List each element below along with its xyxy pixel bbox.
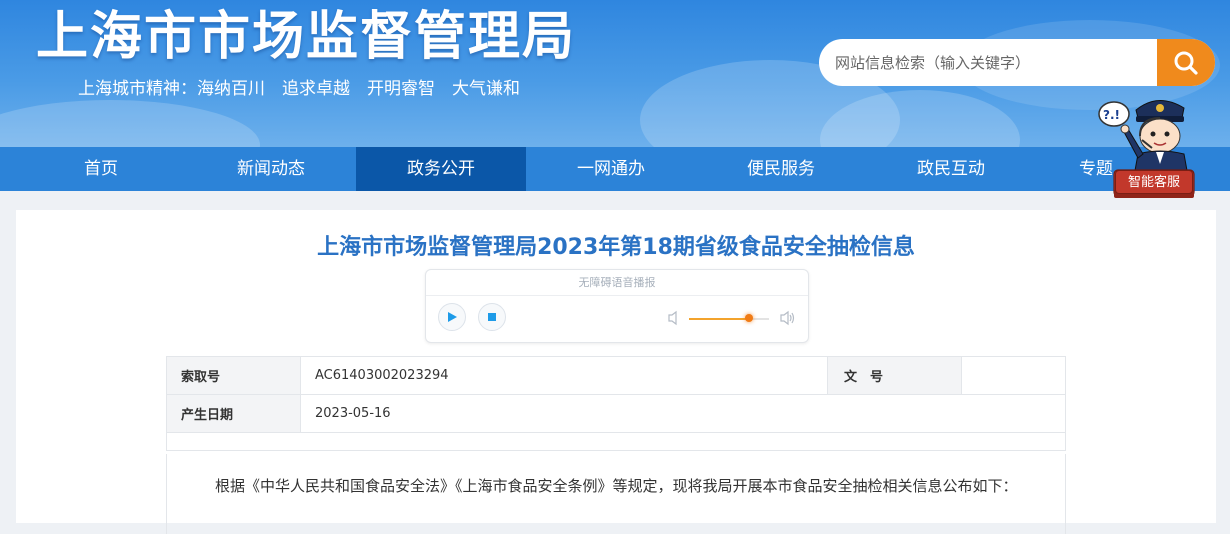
volume-slider[interactable] [689,314,769,322]
nav-item-home[interactable]: 首页 [16,147,186,191]
index-number-value: AC61403002023294 [300,356,828,395]
play-icon [448,312,457,322]
info-spacer-row [166,432,1066,451]
info-table: 索取号 AC61403002023294 文 号 产生日期 2023-05-16 [166,356,1066,451]
nav-item-news[interactable]: 新闻动态 [186,147,356,191]
audio-player: 无障碍语音播报 [425,269,809,343]
volume-up-icon[interactable] [779,310,797,326]
stop-button[interactable] [478,303,506,331]
stop-icon [488,313,496,321]
smart-service-button[interactable]: 智能客服 [1115,170,1193,194]
audio-player-label: 无障碍语音播报 [578,276,656,289]
header-cloud [0,100,260,147]
info-row: 产生日期 2023-05-16 [166,394,1066,433]
info-spacer-cell [166,432,1066,451]
search-input[interactable] [819,39,1149,86]
mascot-bubble-text: ?.! [1103,108,1120,122]
main-content: 上海市市场监督管理局2023年第18期省级食品安全抽检信息 无障碍语音播报 索取… [16,210,1216,534]
site-title[interactable]: 上海市市场监督管理局 [36,6,576,68]
main-nav: 首页 新闻动态 政务公开 一网通办 便民服务 政民互动 专题 [0,147,1230,191]
nav-item-government-affairs[interactable]: 政务公开 [356,147,526,191]
nav-item-one-stop-service[interactable]: 一网通办 [526,147,696,191]
info-row: 索取号 AC61403002023294 文 号 [166,356,1066,395]
nav-item-public-service[interactable]: 便民服务 [696,147,866,191]
document-number-value [961,356,1066,395]
article-title: 上海市市场监督管理局2023年第18期省级食品安全抽检信息 [317,235,915,260]
volume-slider-fill [689,318,749,320]
audio-player-divider [426,295,808,296]
nav-item-interaction[interactable]: 政民互动 [866,147,1036,191]
search-box [819,39,1215,86]
volume-mute-icon[interactable] [667,310,681,326]
date-value: 2023-05-16 [300,394,1066,433]
index-number-label: 索取号 [166,356,301,395]
play-button[interactable] [438,303,466,331]
article-body-paragraph: 根据《中华人民共和国食品安全法》《上海市食品安全条例》等规定，现将我局开展本市食… [166,454,1066,534]
search-button[interactable] [1157,39,1215,86]
site-header: 上海市市场监督管理局 上海城市精神：海纳百川 追求卓越 开明睿智 大气谦和 [0,0,1230,147]
volume-slider-handle[interactable] [745,314,753,322]
search-icon [1174,51,1198,75]
date-label: 产生日期 [166,394,301,433]
city-spirit-slogan: 上海城市精神：海纳百川 追求卓越 开明睿智 大气谦和 [78,79,520,99]
document-number-label: 文 号 [827,356,962,395]
